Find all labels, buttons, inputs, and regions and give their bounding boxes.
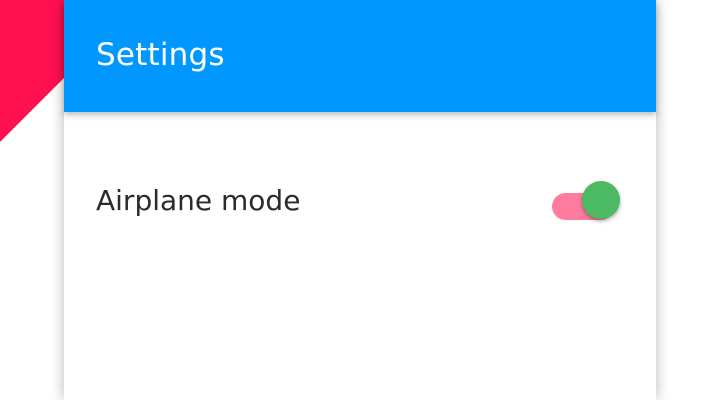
airplane-mode-toggle[interactable] [552,180,620,220]
airplane-mode-label: Airplane mode [96,184,301,217]
app-screen: Settings Airplane mode [0,0,720,400]
page-title: Settings [96,37,225,73]
toggle-thumb[interactable] [582,181,620,219]
settings-item-airplane-mode[interactable]: Airplane mode [64,168,656,232]
app-bar: Settings [64,0,656,112]
settings-card: Settings Airplane mode [64,0,656,400]
